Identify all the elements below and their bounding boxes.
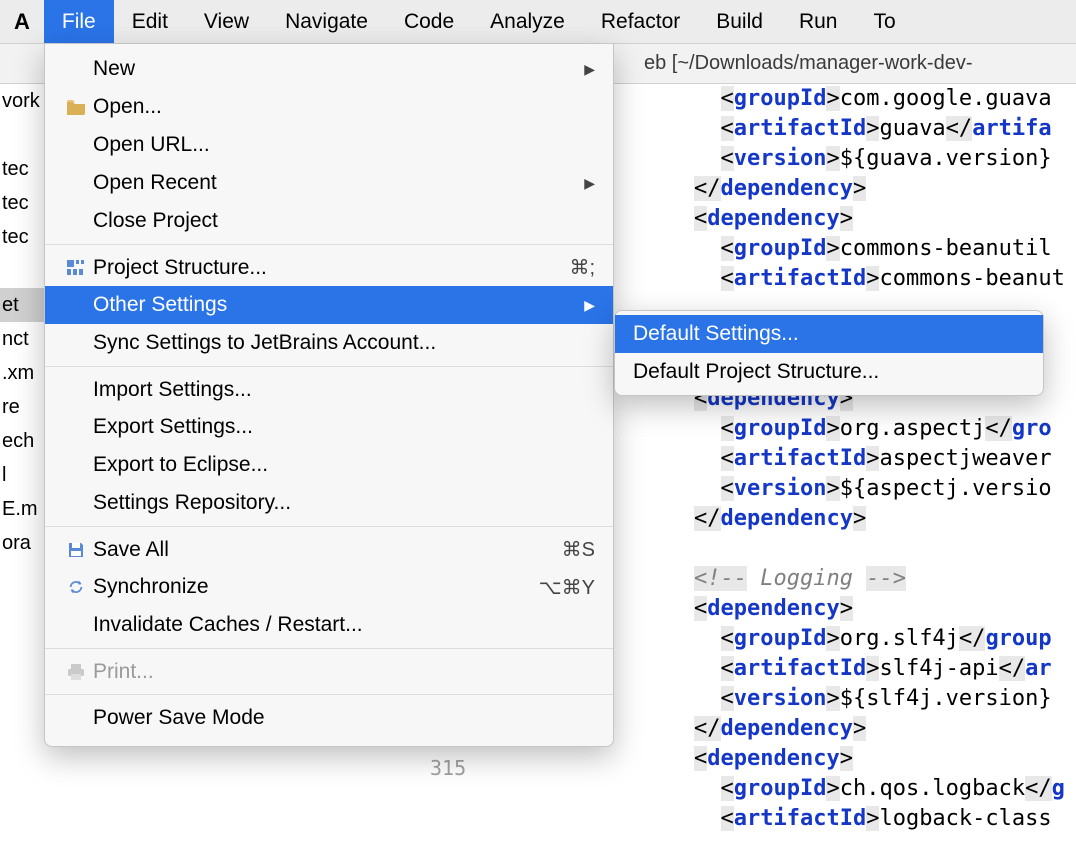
tree-fragment[interactable]: ora — [0, 526, 44, 560]
menu-item-power-save-mode[interactable]: Power Save Mode — [45, 694, 613, 736]
path-text: eb [~/Downloads/manager-work-dev- — [644, 52, 973, 75]
tree-fragment[interactable] — [0, 118, 44, 152]
tree-fragment[interactable]: tec — [0, 220, 44, 254]
project-tree-sliver[interactable]: vork tectectec etnct.xmreechlE.mora — [0, 84, 44, 856]
submenu-arrow-icon: ▶ — [584, 175, 595, 192]
menu-item-label: Export Settings... — [93, 415, 595, 439]
menubar-item-analyze[interactable]: Analyze — [472, 0, 583, 43]
shortcut-text: ⌘S — [562, 537, 595, 562]
print-icon — [59, 663, 93, 681]
menubar-item-build[interactable]: Build — [698, 0, 781, 43]
tree-fragment[interactable]: tec — [0, 186, 44, 220]
menu-item-other-settings[interactable]: Other Settings▶ — [45, 286, 613, 324]
submenu-item-label: Default Settings... — [633, 322, 799, 346]
menu-item-open-recent[interactable]: Open Recent▶ — [45, 164, 613, 202]
menubar-item-navigate[interactable]: Navigate — [267, 0, 386, 43]
menu-item-label: New — [93, 57, 584, 81]
menu-item-label: Open URL... — [93, 133, 595, 157]
file-menu-dropdown[interactable]: New▶Open...Open URL...Open Recent▶Close … — [44, 44, 614, 747]
save-icon — [59, 541, 93, 559]
menu-item-label: Synchronize — [93, 575, 529, 599]
submenu-item-default-settings[interactable]: Default Settings... — [615, 315, 1043, 353]
menu-item-export-to-eclipse[interactable]: Export to Eclipse... — [45, 446, 613, 484]
tree-fragment[interactable]: tec — [0, 152, 44, 186]
menu-item-label: Invalidate Caches / Restart... — [93, 613, 595, 637]
menu-item-synchronize[interactable]: Synchronize ⌥⌘Y — [45, 568, 613, 606]
menu-item-sync-settings-to-jetbrains-account[interactable]: Sync Settings to JetBrains Account... — [45, 324, 613, 362]
app-letter: A — [0, 0, 44, 43]
menu-item-label: Open... — [93, 95, 595, 119]
menu-item-label: Sync Settings to JetBrains Account... — [93, 331, 595, 355]
menu-item-label: Power Save Mode — [93, 706, 595, 730]
menu-item-print: Print... — [45, 648, 613, 690]
submenu-item-label: Default Project Structure... — [633, 360, 879, 384]
shortcut-text: ⌘; — [569, 255, 595, 280]
menu-item-close-project[interactable]: Close Project — [45, 202, 613, 240]
menu-item-label: Export to Eclipse... — [93, 453, 595, 477]
menubar-item-code[interactable]: Code — [386, 0, 472, 43]
tree-fragment[interactable] — [0, 254, 44, 288]
shortcut-text: ⌥⌘Y — [539, 575, 595, 600]
tree-fragment[interactable]: vork — [0, 84, 44, 118]
menu-item-open-url[interactable]: Open URL... — [45, 126, 613, 164]
submenu-arrow-icon: ▶ — [584, 61, 595, 78]
menu-item-new[interactable]: New▶ — [45, 50, 613, 88]
other-settings-submenu[interactable]: Default Settings... Default Project Struc… — [614, 310, 1044, 396]
menu-item-project-structure[interactable]: Project Structure... ⌘; — [45, 244, 613, 286]
tree-fragment[interactable]: .xm — [0, 356, 44, 390]
submenu-item-default-project-structure[interactable]: Default Project Structure... — [615, 353, 1043, 391]
menu-item-label: Other Settings — [93, 293, 584, 317]
menubar-item-view[interactable]: View — [186, 0, 267, 43]
menu-item-label: Save All — [93, 538, 552, 562]
tree-fragment[interactable]: re — [0, 390, 44, 424]
submenu-arrow-icon: ▶ — [584, 297, 595, 314]
tree-fragment[interactable]: E.m — [0, 492, 44, 526]
menu-item-invalidate-caches-restart[interactable]: Invalidate Caches / Restart... — [45, 606, 613, 644]
structure-icon — [59, 259, 93, 277]
sync-icon — [59, 578, 93, 596]
menu-item-open[interactable]: Open... — [45, 88, 613, 126]
line-number: 315 — [430, 756, 466, 780]
tree-fragment[interactable]: ech — [0, 424, 44, 458]
editor-lines: <groupId>com.google.guava <artifactId>gu… — [694, 84, 1065, 834]
menubar-item-to[interactable]: To — [855, 0, 913, 43]
tree-fragment[interactable]: et — [0, 288, 44, 322]
menu-item-label: Print... — [93, 660, 595, 684]
menu-item-label: Open Recent — [93, 171, 584, 195]
folder-icon — [59, 98, 93, 116]
menu-item-label: Project Structure... — [93, 256, 559, 280]
menubar-item-refactor[interactable]: Refactor — [583, 0, 698, 43]
tree-fragment[interactable]: l — [0, 458, 44, 492]
menu-item-settings-repository[interactable]: Settings Repository... — [45, 484, 613, 522]
menubar-item-edit[interactable]: Edit — [114, 0, 186, 43]
tree-fragment[interactable]: nct — [0, 322, 44, 356]
menubar-item-run[interactable]: Run — [781, 0, 856, 43]
menu-item-export-settings[interactable]: Export Settings... — [45, 408, 613, 446]
menu-item-label: Import Settings... — [93, 378, 595, 402]
menu-item-label: Close Project — [93, 209, 595, 233]
menubar: A FileEditViewNavigateCodeAnalyzeRefacto… — [0, 0, 1076, 44]
menubar-item-file[interactable]: File — [44, 0, 114, 43]
menu-item-save-all[interactable]: Save All ⌘S — [45, 526, 613, 568]
menu-item-label: Settings Repository... — [93, 491, 595, 515]
menu-item-import-settings[interactable]: Import Settings... — [45, 366, 613, 408]
